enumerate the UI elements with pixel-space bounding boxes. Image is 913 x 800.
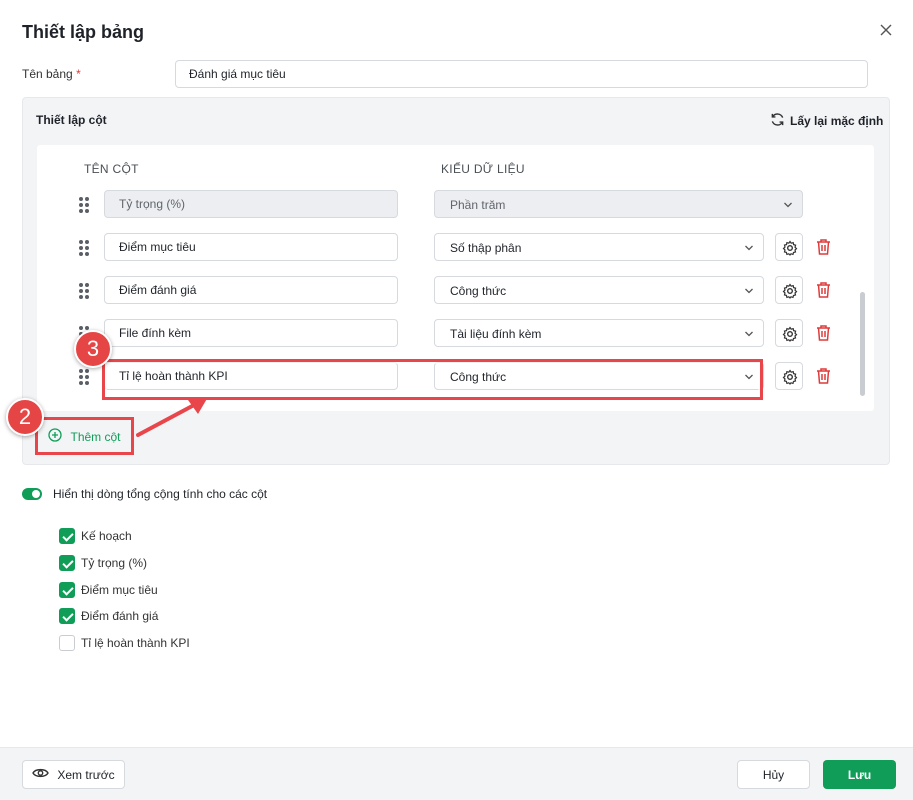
- data-type-select[interactable]: Tài liệu đính kèm: [434, 319, 764, 347]
- close-icon[interactable]: [876, 20, 896, 40]
- column-name-input[interactable]: [104, 319, 398, 347]
- chevron-down-icon: [745, 331, 753, 337]
- preview-button[interactable]: Xem trước: [22, 760, 125, 789]
- list-item: Điểm đánh giá: [59, 608, 158, 624]
- table-name-input[interactable]: [175, 60, 868, 88]
- gear-icon: [782, 240, 798, 256]
- totals-toggle-row: Hiển thị dòng tổng cộng tính cho các cột: [22, 487, 267, 501]
- eye-icon: [32, 767, 50, 782]
- trash-icon[interactable]: [815, 367, 832, 385]
- data-type-select: Phần trăm: [434, 190, 803, 218]
- plus-circle-icon: [48, 428, 63, 445]
- column-settings-title: Thiết lập cột: [36, 113, 107, 127]
- totals-toggle-label: Hiển thị dòng tổng cộng tính cho các cột: [53, 487, 268, 501]
- header-data-type: KIỂU DỮ LIỆU: [441, 162, 525, 176]
- column-list-scrollbar[interactable]: [860, 292, 865, 396]
- chevron-down-icon: [784, 202, 792, 208]
- checkbox[interactable]: [59, 555, 75, 571]
- drag-handle-icon[interactable]: [79, 197, 91, 213]
- checkbox[interactable]: [59, 635, 75, 651]
- checkbox[interactable]: [59, 608, 75, 624]
- column-settings-button[interactable]: [775, 276, 803, 304]
- column-settings-button[interactable]: [775, 362, 803, 390]
- data-type-select[interactable]: Công thức: [434, 276, 764, 304]
- column-row: Công thức: [0, 362, 913, 392]
- chevron-down-icon: [745, 374, 753, 380]
- gear-icon: [782, 326, 798, 342]
- list-item: Điểm mục tiêu: [59, 582, 158, 598]
- refresh-icon: [770, 112, 785, 130]
- column-name-input: [104, 190, 398, 218]
- drag-handle-icon[interactable]: [79, 240, 91, 256]
- reset-default-button[interactable]: Lấy lại mặc định: [770, 112, 883, 130]
- column-name-input[interactable]: [104, 233, 398, 261]
- column-settings-button[interactable]: [775, 233, 803, 261]
- column-settings-button[interactable]: [775, 319, 803, 347]
- drag-handle-icon[interactable]: [79, 369, 91, 385]
- add-column-button[interactable]: Thêm cột: [36, 418, 133, 455]
- trash-icon[interactable]: [815, 238, 832, 256]
- trash-icon[interactable]: [815, 281, 832, 299]
- gear-icon: [782, 369, 798, 385]
- save-button[interactable]: Lưu: [823, 760, 896, 789]
- column-row: Phần trăm: [0, 190, 913, 220]
- trash-icon[interactable]: [815, 324, 832, 342]
- gear-icon: [782, 283, 798, 299]
- column-row: Tài liệu đính kèm: [0, 319, 913, 349]
- data-type-select[interactable]: Công thức: [434, 362, 764, 390]
- chevron-down-icon: [745, 245, 753, 251]
- column-name-input[interactable]: [104, 362, 398, 390]
- table-name-label: Tên bảng *: [22, 67, 81, 81]
- list-item: Kế hoạch: [59, 528, 132, 544]
- checkbox[interactable]: [59, 528, 75, 544]
- column-row: Công thức: [0, 276, 913, 306]
- required-mark: *: [76, 67, 81, 81]
- chevron-down-icon: [745, 288, 753, 294]
- totals-toggle[interactable]: [22, 488, 42, 500]
- header-column-name: TÊN CỘT: [84, 162, 139, 176]
- column-name-input[interactable]: [104, 276, 398, 304]
- drag-handle-icon[interactable]: [79, 283, 91, 299]
- column-row: Số thập phân: [0, 233, 913, 263]
- list-item: Tỉ lệ hoàn thành KPI: [59, 635, 190, 651]
- data-type-select[interactable]: Số thập phân: [434, 233, 764, 261]
- dialog-title: Thiết lập bảng: [22, 22, 145, 42]
- checkbox[interactable]: [59, 582, 75, 598]
- drag-handle-icon[interactable]: [79, 326, 91, 342]
- list-item: Tỷ trọng (%): [59, 555, 147, 571]
- cancel-button[interactable]: Hủy: [737, 760, 810, 789]
